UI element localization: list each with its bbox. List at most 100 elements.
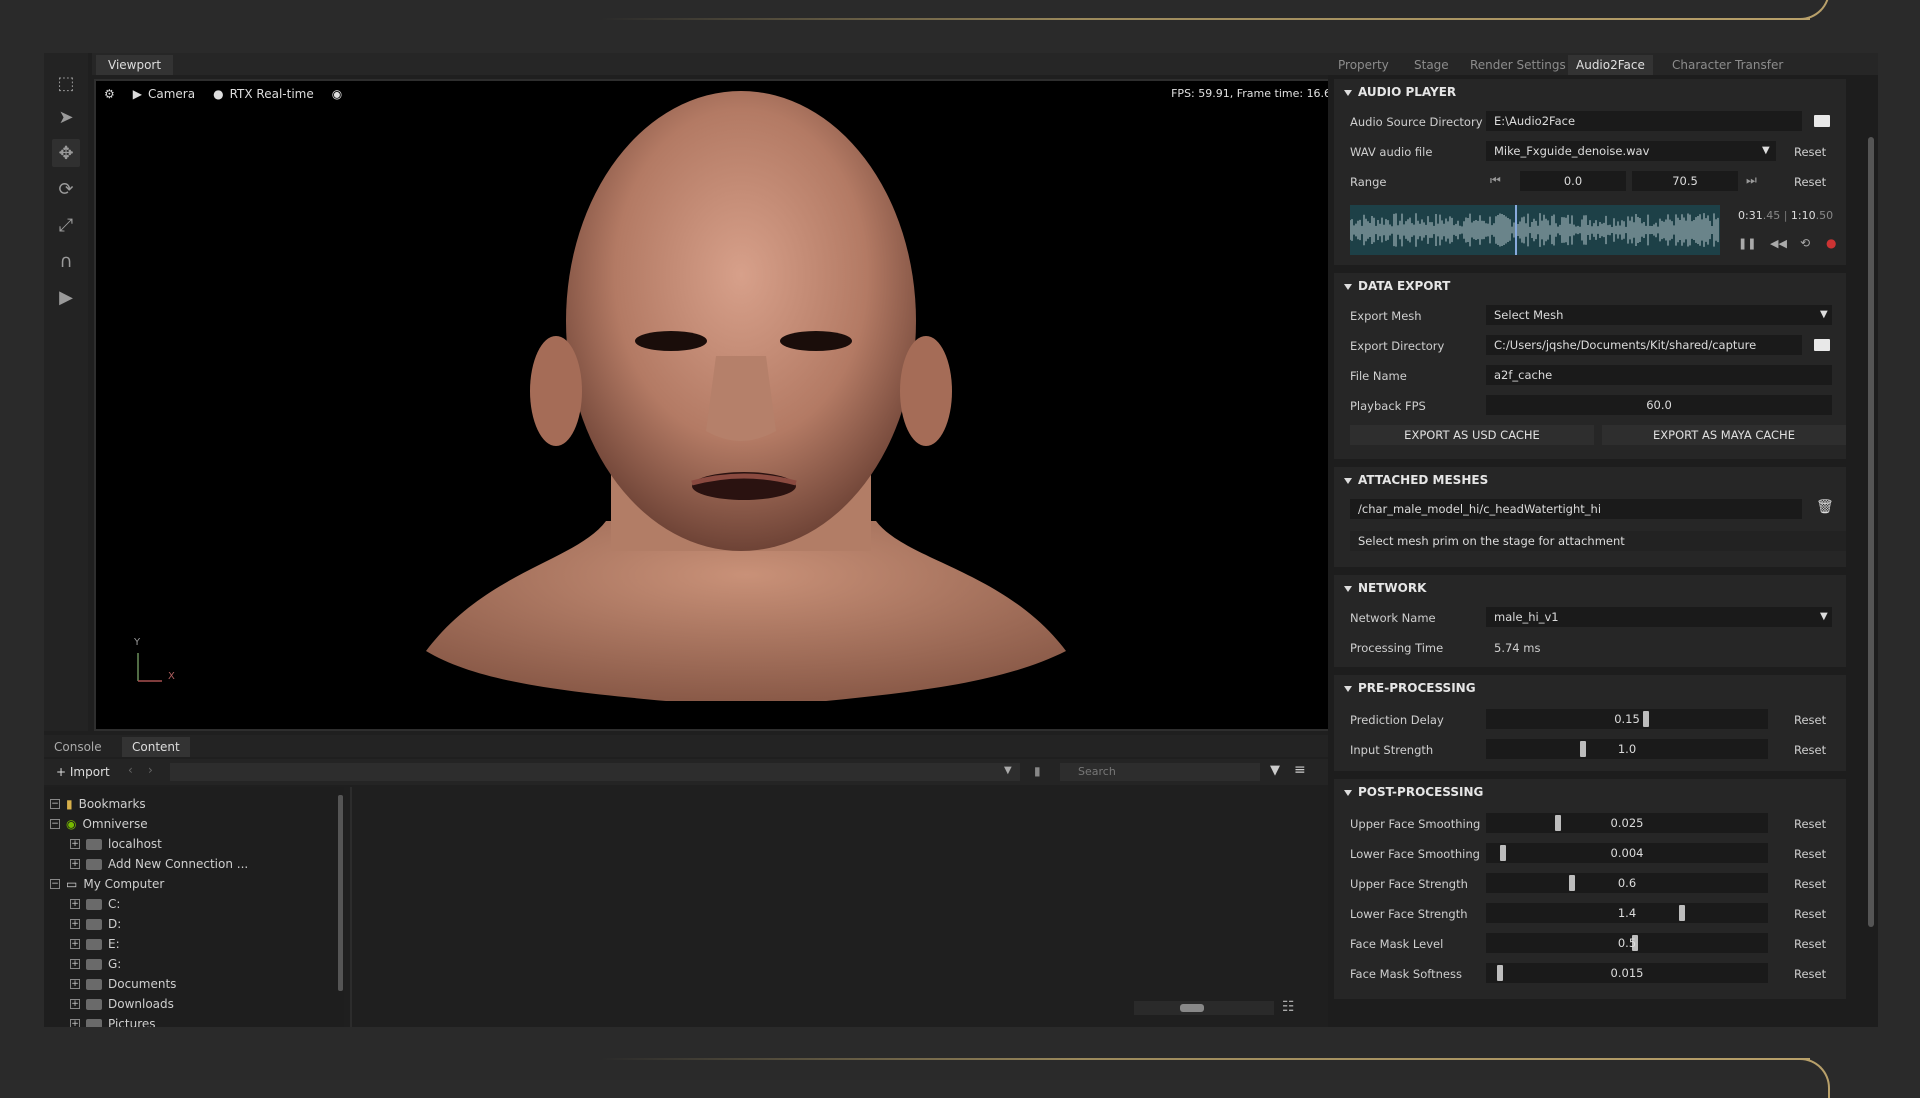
tab-render-settings[interactable]: Render Settings <box>1462 55 1574 75</box>
tab-console[interactable]: Console <box>44 737 112 757</box>
collapse-icon[interactable]: − <box>50 819 60 829</box>
tree-item[interactable]: + D: <box>70 915 121 933</box>
export-maya-button[interactable]: EXPORT AS MAYA CACHE <box>1602 425 1846 445</box>
tree-item[interactable]: + Pictures <box>70 1015 156 1027</box>
file-name-field[interactable]: a2f_cache <box>1486 365 1832 385</box>
reset-button[interactable]: Reset <box>1794 907 1826 921</box>
tree-item[interactable]: − ◉ Omniverse <box>50 815 148 833</box>
tab-stage[interactable]: Stage <box>1406 55 1457 75</box>
expand-icon[interactable]: + <box>70 999 80 1009</box>
panel-scrollbar[interactable] <box>1868 137 1874 927</box>
range-start-field[interactable]: 0.0 <box>1520 171 1626 191</box>
camera-button[interactable]: ▶ Camera <box>133 87 195 101</box>
playhead[interactable] <box>1515 205 1518 255</box>
bookmark-icon[interactable]: ▮ <box>1034 764 1041 778</box>
zoom-slider[interactable] <box>1134 1001 1274 1015</box>
menu-icon[interactable]: ≡ <box>1294 762 1306 778</box>
input-strength-slider[interactable]: 1.0 <box>1486 739 1768 759</box>
tab-character-transfer[interactable]: Character Transfer <box>1664 55 1791 75</box>
rotate-icon[interactable]: ⟳ <box>52 175 80 203</box>
tree-item[interactable]: + C: <box>70 895 120 913</box>
select-mode-icon[interactable]: ⬚ <box>52 69 80 97</box>
export-usd-button[interactable]: EXPORT AS USD CACHE <box>1350 425 1594 445</box>
tab-audio2face[interactable]: Audio2Face <box>1568 55 1653 75</box>
tree-item[interactable]: + localhost <box>70 835 162 853</box>
reset-button[interactable]: Reset <box>1794 743 1826 757</box>
export-mesh-select[interactable]: Select Mesh <box>1486 305 1832 325</box>
range-end-field[interactable]: 70.5 <box>1632 171 1738 191</box>
filter-icon[interactable]: ▼ <box>1270 763 1280 778</box>
pointer-icon[interactable]: ➤ <box>52 103 80 131</box>
tree-item[interactable]: − ▮ Bookmarks <box>50 795 146 813</box>
export-dir-field[interactable]: C:/Users/jqshe/Documents/Kit/shared/capt… <box>1486 335 1802 355</box>
snap-icon[interactable]: ∩ <box>52 247 80 275</box>
section-header[interactable]: ATTACHED MESHES <box>1344 473 1488 487</box>
rewind-icon[interactable]: ◀◀ <box>1770 237 1787 250</box>
expand-icon[interactable]: + <box>70 919 80 929</box>
playback-fps-field[interactable]: 60.0 <box>1486 395 1832 415</box>
viewport[interactable]: ⚙ ▶ Camera ● RTX Real-time ◉ FPS: 59.91, F… <box>94 79 1368 731</box>
tree-scrollbar[interactable] <box>338 795 343 991</box>
pause-icon[interactable]: ❚❚ <box>1738 237 1756 250</box>
section-header[interactable]: NETWORK <box>1344 581 1426 595</box>
file-list-pane[interactable] <box>350 787 1368 1027</box>
tab-property[interactable]: Property <box>1330 55 1397 75</box>
upper-face-smoothing-slider[interactable]: 0.025 <box>1486 813 1768 833</box>
tree-item[interactable]: + E: <box>70 935 120 953</box>
folder-icon[interactable] <box>1814 115 1830 127</box>
network-name-select[interactable]: male_hi_v1 <box>1486 607 1832 627</box>
chevron-down-icon[interactable]: ▼ <box>1820 309 1828 320</box>
expand-icon[interactable]: + <box>70 859 80 869</box>
loop-icon[interactable]: ⟲ <box>1800 236 1810 250</box>
play-icon[interactable]: ▶ <box>52 283 80 311</box>
back-icon[interactable]: ‹ <box>128 763 133 777</box>
record-icon[interactable]: ● <box>1826 236 1836 250</box>
scale-icon[interactable]: ⤢ <box>52 211 80 239</box>
path-dropdown-icon[interactable]: ▼ <box>1004 765 1012 776</box>
collapse-icon[interactable]: − <box>50 879 60 889</box>
gear-icon[interactable]: ⚙ <box>104 87 115 101</box>
reset-button[interactable]: Reset <box>1794 713 1826 727</box>
zoom-slider-thumb[interactable] <box>1180 1004 1204 1012</box>
face-mask-level-slider[interactable]: 0.5 <box>1486 933 1768 953</box>
section-header[interactable]: PRE-PROCESSING <box>1344 681 1476 695</box>
tab-content[interactable]: Content <box>122 737 190 757</box>
lower-face-smoothing-slider[interactable]: 0.004 <box>1486 843 1768 863</box>
tree-item[interactable]: + Documents <box>70 975 176 993</box>
source-dir-field[interactable]: E:\Audio2Face <box>1486 111 1802 131</box>
move-icon[interactable]: ✥ <box>52 139 80 167</box>
reset-button[interactable]: Reset <box>1794 937 1826 951</box>
section-header[interactable]: POST-PROCESSING <box>1344 785 1483 799</box>
list-view-icon[interactable]: ☷ <box>1282 999 1295 1015</box>
tree-item[interactable]: + G: <box>70 955 121 973</box>
reset-button[interactable]: Reset <box>1794 817 1826 831</box>
folder-icon[interactable] <box>1814 339 1830 351</box>
lower-face-strength-slider[interactable]: 1.4 <box>1486 903 1768 923</box>
upper-face-strength-slider[interactable]: 0.6 <box>1486 873 1768 893</box>
reset-button[interactable]: Reset <box>1794 847 1826 861</box>
import-button[interactable]: + Import <box>50 763 116 781</box>
reset-button[interactable]: Reset <box>1794 877 1826 891</box>
expand-icon[interactable]: + <box>70 1019 80 1027</box>
expand-icon[interactable]: + <box>70 979 80 989</box>
expand-icon[interactable]: + <box>70 839 80 849</box>
expand-icon[interactable]: + <box>70 939 80 949</box>
section-header[interactable]: DATA EXPORT <box>1344 279 1450 293</box>
skip-start-icon[interactable]: ⏮ <box>1490 173 1501 188</box>
skip-end-icon[interactable]: ⏭ <box>1746 173 1757 188</box>
tree-item[interactable]: + Add New Connection ... <box>70 855 248 873</box>
wav-file-select[interactable]: Mike_Fxguide_denoise.wav <box>1486 141 1776 161</box>
reset-button[interactable]: Reset <box>1794 967 1826 981</box>
expand-icon[interactable]: + <box>70 899 80 909</box>
tree-item[interactable]: − ▭ My Computer <box>50 875 164 893</box>
reset-button[interactable]: Reset <box>1794 145 1826 159</box>
trash-icon[interactable]: 🗑 <box>1816 499 1834 515</box>
prediction-delay-slider[interactable]: 0.15 <box>1486 709 1768 729</box>
tab-viewport[interactable]: Viewport <box>96 55 174 75</box>
face-mask-softness-slider[interactable]: 0.015 <box>1486 963 1768 983</box>
tree-item[interactable]: + Downloads <box>70 995 174 1013</box>
section-header[interactable]: AUDIO PLAYER <box>1344 85 1456 99</box>
forward-icon[interactable]: › <box>148 763 153 777</box>
search-input[interactable]: Search <box>1060 763 1260 781</box>
attached-mesh-path[interactable]: /char_male_model_hi/c_headWatertight_hi <box>1350 499 1802 519</box>
